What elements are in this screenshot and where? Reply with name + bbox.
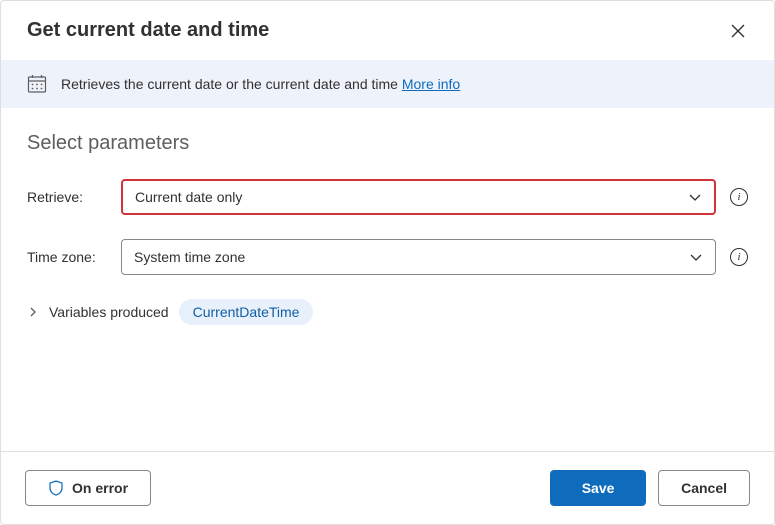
chevron-down-icon xyxy=(688,190,702,204)
on-error-label: On error xyxy=(72,480,128,496)
cancel-button[interactable]: Cancel xyxy=(658,470,750,506)
shield-icon xyxy=(48,480,64,496)
section-title: Select parameters xyxy=(27,132,748,155)
dialog-title: Get current date and time xyxy=(27,19,269,42)
cancel-label: Cancel xyxy=(681,480,727,496)
retrieve-field-row: Retrieve: Current date only i xyxy=(27,179,748,215)
timezone-select-value: System time zone xyxy=(134,249,245,265)
info-bar: Retrieves the current date or the curren… xyxy=(1,60,774,108)
timezone-label: Time zone: xyxy=(27,249,107,265)
dialog: Get current date and time Retrieves the … xyxy=(0,0,775,525)
dialog-content: Select parameters Retrieve: Current date… xyxy=(1,108,774,451)
save-button[interactable]: Save xyxy=(550,470,646,506)
footer-actions: Save Cancel xyxy=(550,470,750,506)
variable-chip[interactable]: CurrentDateTime xyxy=(179,299,314,325)
variables-label[interactable]: Variables produced xyxy=(49,304,169,320)
chevron-down-icon xyxy=(689,250,703,264)
info-text: Retrieves the current date or the curren… xyxy=(61,76,402,92)
retrieve-select-value: Current date only xyxy=(135,189,242,205)
timezone-select[interactable]: System time zone xyxy=(121,239,716,275)
close-button[interactable] xyxy=(728,21,748,41)
dialog-header: Get current date and time xyxy=(1,1,774,60)
save-label: Save xyxy=(582,480,615,496)
timezone-info-icon[interactable]: i xyxy=(730,248,748,266)
more-info-link[interactable]: More info xyxy=(402,76,460,92)
info-text-wrap: Retrieves the current date or the curren… xyxy=(61,76,460,92)
variables-row: Variables produced CurrentDateTime xyxy=(27,299,748,325)
dialog-footer: On error Save Cancel xyxy=(1,451,774,524)
on-error-button[interactable]: On error xyxy=(25,470,151,506)
chevron-right-icon[interactable] xyxy=(27,306,39,318)
retrieve-info-icon[interactable]: i xyxy=(730,188,748,206)
timezone-field-row: Time zone: System time zone i xyxy=(27,239,748,275)
calendar-icon xyxy=(27,74,47,94)
retrieve-label: Retrieve: xyxy=(27,189,107,205)
close-icon xyxy=(730,23,746,39)
retrieve-select[interactable]: Current date only xyxy=(121,179,716,215)
